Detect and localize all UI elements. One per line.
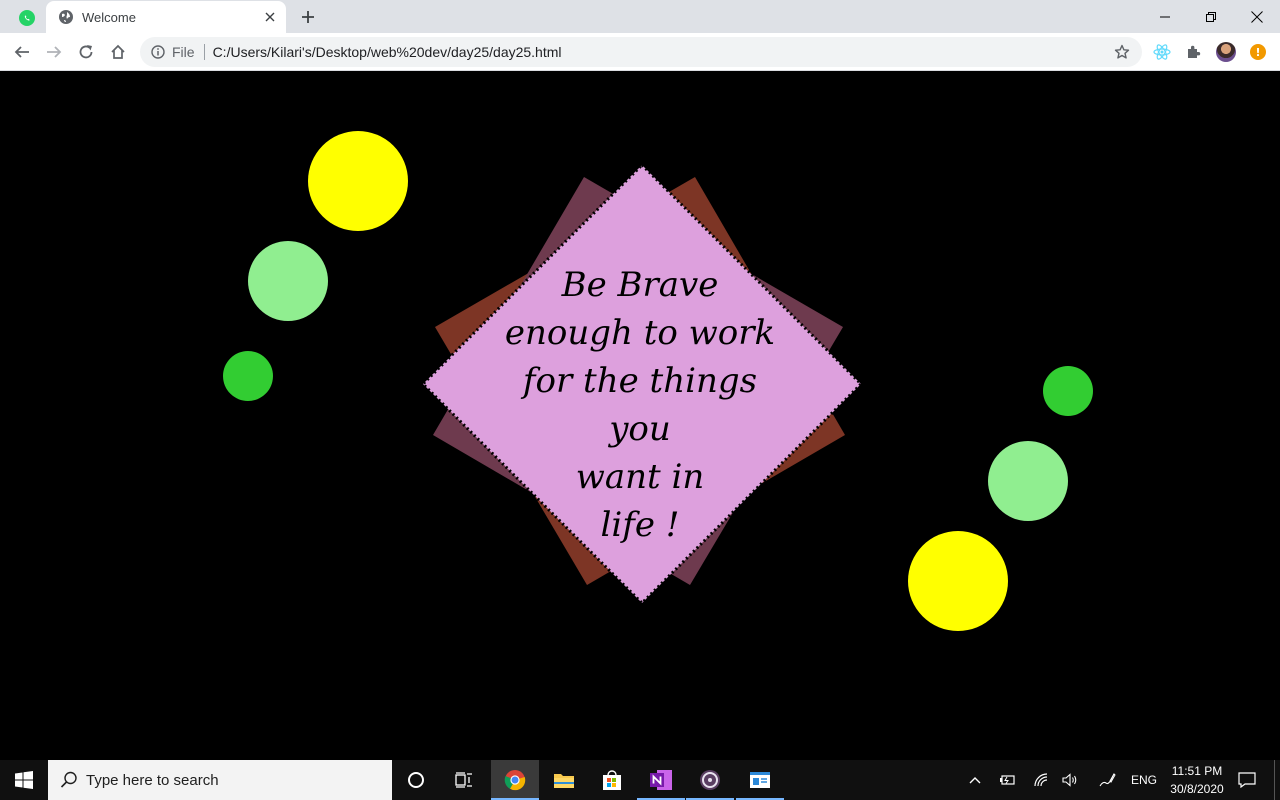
omnibox-divider [203,44,205,60]
reload-icon [79,45,93,59]
search-icon [60,771,77,788]
browser-toolbar: File C:/Users/Kilari's/Desktop/web%20dev… [0,33,1280,71]
tab-title: Welcome [82,9,136,25]
windows-logo-icon [15,771,33,789]
show-desktop-divider[interactable] [1274,760,1275,800]
back-button[interactable] [10,40,34,64]
search-placeholder: Type here to search [86,771,219,789]
language-indicator: ENG [1130,773,1157,787]
restore-button[interactable] [1188,0,1234,33]
back-arrow-icon [14,46,29,58]
whatsapp-icon [19,9,35,26]
onenote-icon [650,770,672,790]
clock-time: 11:51 PM [1171,764,1223,778]
clock-button[interactable]: 11:51 PM 30/8/2020 [1160,762,1234,798]
update-alert-icon: ! [1250,44,1266,60]
action-center-button[interactable] [1236,760,1258,800]
close-window-button[interactable] [1234,0,1280,33]
music-disc-icon [700,770,720,790]
restore-icon [1206,11,1216,22]
window-controls [1142,0,1280,33]
task-view-button[interactable] [440,760,488,800]
quote-line-5: life ! [600,505,680,545]
home-button[interactable] [106,40,130,64]
volume-button[interactable] [1059,760,1081,800]
notification-icon [1238,772,1256,788]
close-icon [1251,10,1263,23]
folder-icon [554,774,574,788]
avatar [1216,42,1236,62]
update-button[interactable]: ! [1246,40,1270,64]
tab-close-button[interactable] [260,7,280,27]
browser-titlebar: Welcome [0,0,1280,33]
minimize-button[interactable] [1142,0,1188,33]
battery-icon [1000,775,1015,785]
start-button[interactable] [0,760,48,800]
taskbar-chrome[interactable] [491,760,539,800]
cortana-circle-icon [408,772,424,788]
profile-button[interactable] [1214,40,1238,64]
url-text[interactable]: C:/Users/Kilari's/Desktop/web%20dev/day2… [213,44,1110,60]
quote-line-1: Be Brave [561,265,719,305]
clock-date: 30/8/2020 [1170,782,1224,796]
window-app-icon [750,772,770,788]
pen-icon [1099,773,1116,787]
extensions-button[interactable] [1182,40,1206,64]
bookmark-button[interactable] [1110,40,1134,64]
new-tab-button[interactable] [296,5,320,29]
page-viewport: Be Brave enough to work for the things y… [0,71,1280,760]
minimize-icon [1160,16,1170,17]
scheme-label: File [172,44,195,60]
quote-text: Be Brave enough to work for the things y… [490,261,790,549]
quote-line-2: enough to work [504,313,776,353]
battery-button[interactable] [996,760,1018,800]
forward-button[interactable] [42,40,66,64]
home-icon [111,44,125,59]
reload-button[interactable] [74,40,98,64]
input-language-button[interactable]: ENG [1128,760,1160,800]
task-view-icon [455,772,472,788]
cortana-button[interactable] [392,760,440,800]
show-hidden-icons-button[interactable] [964,760,986,800]
taskbar-onenote[interactable] [637,760,685,800]
pen-workspace-button[interactable] [1095,760,1119,800]
wifi-icon [1034,773,1048,787]
address-bar[interactable]: File C:/Users/Kilari's/Desktop/web%20dev… [140,37,1142,67]
chrome-icon [504,770,526,791]
info-icon[interactable] [151,45,165,59]
quote-line-3: for the things you [522,361,758,449]
speaker-icon [1062,773,1077,787]
store-bag-icon [603,770,621,790]
taskbar-app-window[interactable] [736,760,784,800]
puzzle-piece-icon [1188,45,1201,58]
globe-icon [59,10,73,24]
windows-taskbar: Type here to search ENG 11:51 PM 30/8/20… [0,760,1280,800]
taskbar-search[interactable]: Type here to search [48,760,392,800]
taskbar-file-explorer[interactable] [540,760,588,800]
browser-tab-active[interactable]: Welcome [46,1,286,33]
network-button[interactable] [1030,760,1052,800]
close-icon [265,12,275,22]
plus-icon [302,11,314,23]
chevron-up-icon [969,777,981,784]
taskbar-groove-music[interactable] [686,760,734,800]
star-icon [1114,44,1130,59]
pinned-tab-whatsapp[interactable] [8,2,46,33]
react-devtools-extension[interactable] [1150,40,1174,64]
react-icon [1153,44,1171,60]
quote-line-4: want in [575,457,705,497]
forward-arrow-icon [47,46,62,58]
taskbar-store[interactable] [588,760,636,800]
